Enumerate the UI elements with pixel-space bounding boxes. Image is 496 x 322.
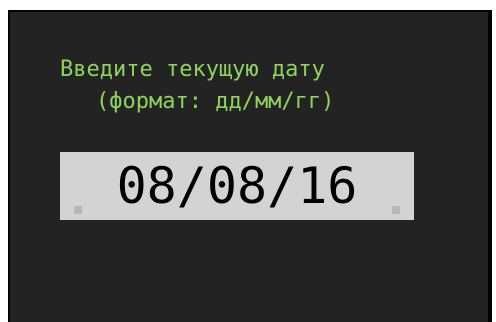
terminal-screen: Введите текущую дату (формат: дд/мм/гг) … [8,10,492,322]
prompt-line-2-format-hint: (формат: дд/мм/гг) [96,89,335,114]
date-input-field[interactable]: 08/08/16 [60,152,414,220]
prompt-line-1: Введите текущую дату [60,57,325,82]
date-input-value[interactable]: 08/08/16 [60,152,414,220]
field-right-marker [392,206,400,214]
